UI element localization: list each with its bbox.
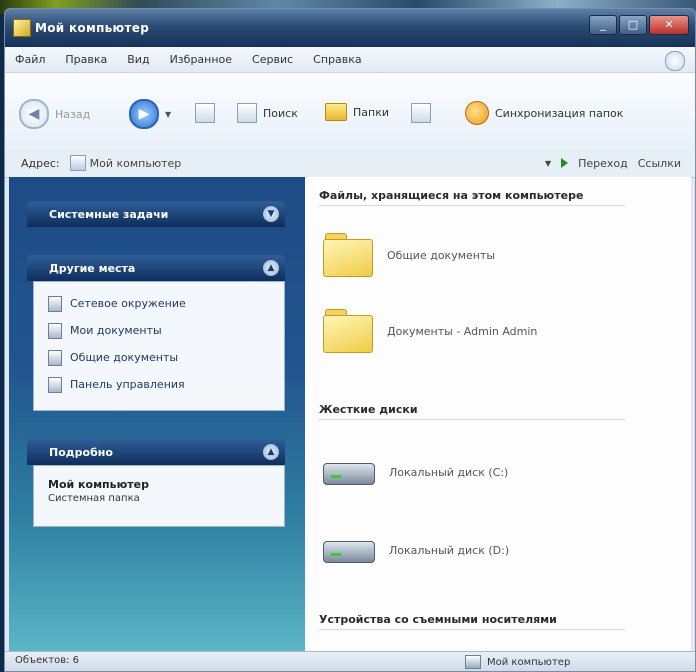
- go-button[interactable]: Переход: [578, 157, 628, 170]
- back-label: Назад: [55, 107, 91, 121]
- go-arrow-icon[interactable]: [561, 158, 569, 168]
- toolbar: ◀ Назад ▶ ▼ Поиск Папки Синхронизация па…: [5, 73, 695, 150]
- address-value: Мой компьютер: [89, 156, 182, 170]
- forward-button[interactable]: ▶ ▼: [129, 99, 171, 129]
- task-pane: Системные задачи ▼ Другие места ▲ Сетево…: [9, 177, 305, 651]
- computer-icon: [13, 19, 31, 37]
- window-controls: _ □ ✕: [589, 15, 689, 35]
- details-panel: Мой компьютер Системная папка: [33, 465, 285, 527]
- link-network-places[interactable]: Сетевое окружение: [34, 290, 284, 317]
- status-bar: Объектов: 6 Мой компьютер: [5, 651, 695, 671]
- up-folder-icon: [195, 103, 215, 123]
- computer-small-icon: [69, 155, 86, 171]
- details-name: Мой компьютер: [48, 478, 150, 491]
- menu-favorites[interactable]: Избранное: [170, 53, 232, 66]
- folder-item[interactable]: Документы - Admin Admin: [323, 309, 537, 353]
- drive-label: Локальный диск (D:): [389, 543, 510, 557]
- link-label: Сетевое окружение: [70, 297, 186, 310]
- other-places-panel: Сетевое окружение Мои документы Общие до…: [33, 281, 285, 411]
- close-button[interactable]: ✕: [649, 15, 689, 35]
- menu-edit[interactable]: Правка: [65, 53, 107, 66]
- menu-help[interactable]: Справка: [313, 53, 361, 66]
- expand-chevron-icon[interactable]: ▼: [263, 206, 279, 222]
- documents-icon: [48, 322, 62, 339]
- address-bar: Адрес: Мой компьютер ▼ Переход Ссылки: [5, 149, 695, 178]
- folder-item[interactable]: Общие документы: [323, 233, 495, 277]
- folder-label: Документы - Admin Admin: [387, 324, 538, 338]
- title-bar[interactable]: Мой компьютер _ □ ✕: [5, 9, 695, 47]
- folders-icon: [325, 103, 347, 121]
- folder-icon: [323, 233, 373, 277]
- content-area: Файлы, хранящиеся на этом компьютере Общ…: [305, 177, 691, 651]
- maximize-button[interactable]: □: [619, 15, 647, 35]
- drive-item[interactable]: Локальный диск (D:): [323, 535, 509, 565]
- search-label: Поиск: [263, 106, 298, 120]
- control-panel-icon: [48, 376, 62, 393]
- folders-label: Папки: [353, 105, 389, 119]
- dropdown-arrow-icon: ▼: [165, 109, 172, 119]
- sync-button[interactable]: Синхронизация папок: [465, 101, 623, 125]
- window-title: Мой компьютер: [35, 21, 150, 35]
- other-places-title: Другие места: [49, 261, 136, 275]
- status-object-count: Объектов: 6: [15, 655, 80, 666]
- back-button[interactable]: ◀ Назад: [19, 99, 90, 129]
- stored-files-header: Файлы, хранящиеся на этом компьютере: [319, 189, 625, 206]
- link-shared-documents[interactable]: Общие документы: [34, 344, 284, 371]
- details-header[interactable]: Подробно ▲: [27, 439, 285, 465]
- link-label: Общие документы: [70, 351, 179, 364]
- details-subtitle: Системная папка: [48, 493, 140, 504]
- minimize-button[interactable]: _: [589, 15, 617, 35]
- explorer-window: Мой компьютер _ □ ✕ Файл Правка Вид Избр…: [4, 8, 696, 672]
- back-arrow-icon: ◀: [19, 99, 49, 129]
- menu-tools[interactable]: Сервис: [252, 53, 293, 66]
- system-tasks-header[interactable]: Системные задачи ▼: [27, 201, 285, 227]
- link-control-panel[interactable]: Панель управления: [34, 371, 284, 398]
- hard-drives-header: Жесткие диски: [319, 403, 625, 420]
- sync-globe-icon: [465, 101, 489, 125]
- views-icon: [411, 103, 431, 123]
- forward-arrow-icon: ▶: [129, 99, 159, 129]
- details-title: Подробно: [49, 445, 113, 459]
- views-button[interactable]: [411, 103, 431, 123]
- status-location: Мой компьютер: [465, 655, 570, 669]
- address-field[interactable]: Мой компьютер: [69, 154, 470, 172]
- sync-label: Синхронизация папок: [495, 106, 624, 120]
- collapse-chevron-icon[interactable]: ▲: [263, 444, 279, 460]
- link-my-documents[interactable]: Мои документы: [34, 317, 284, 344]
- folder-icon: [323, 309, 373, 353]
- links-button[interactable]: Ссылки: [638, 157, 681, 170]
- collapse-chevron-icon[interactable]: ▲: [263, 260, 279, 276]
- search-button[interactable]: Поиск: [237, 103, 298, 123]
- drive-item[interactable]: Локальный диск (C:): [323, 457, 508, 487]
- go-area: ▼ Переход Ссылки: [545, 157, 681, 170]
- up-button[interactable]: [195, 103, 215, 123]
- status-location-label: Мой компьютер: [487, 656, 571, 668]
- address-label: Адрес:: [21, 156, 60, 170]
- search-icon: [237, 103, 257, 123]
- link-label: Мои документы: [70, 324, 162, 337]
- address-dropdown-icon[interactable]: ▼: [545, 159, 551, 168]
- folder-label: Общие документы: [387, 248, 496, 262]
- menu-bar: Файл Правка Вид Избранное Сервис Справка: [5, 47, 695, 73]
- folders-button[interactable]: Папки: [325, 103, 389, 121]
- removable-devices-header: Устройства со съемными носителями: [319, 613, 625, 630]
- hard-drive-icon: [323, 457, 375, 487]
- computer-small-icon: [465, 655, 481, 669]
- system-tasks-title: Системные задачи: [49, 207, 169, 221]
- shared-folder-icon: [48, 349, 62, 366]
- drive-label: Локальный диск (C:): [389, 465, 509, 479]
- windows-logo-icon: [665, 51, 685, 71]
- menu-file[interactable]: Файл: [15, 53, 45, 66]
- other-places-header[interactable]: Другие места ▲: [27, 255, 285, 281]
- hard-drive-icon: [323, 535, 375, 565]
- network-icon: [48, 295, 62, 312]
- link-label: Панель управления: [70, 378, 185, 391]
- menu-view[interactable]: Вид: [127, 53, 149, 66]
